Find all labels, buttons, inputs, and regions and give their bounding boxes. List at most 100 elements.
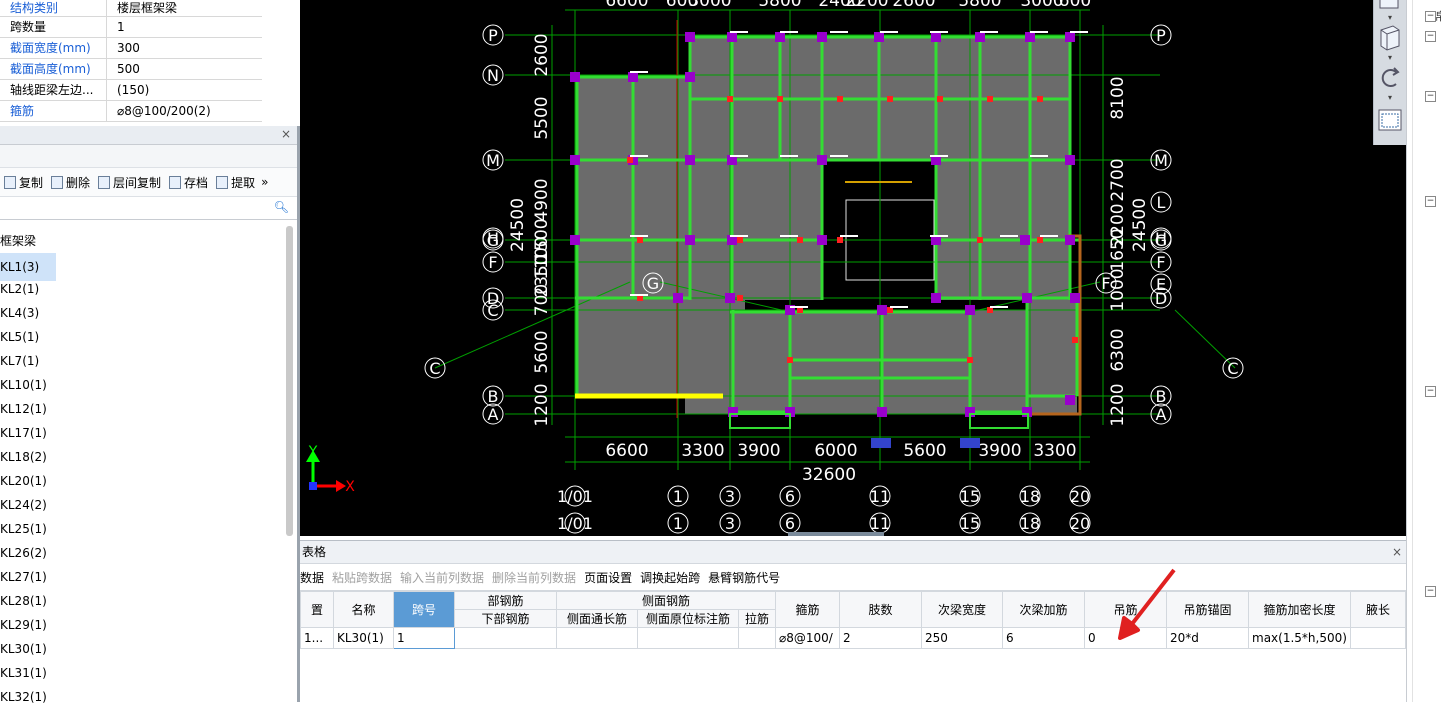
cube-icon[interactable]	[1380, 25, 1400, 51]
property-row[interactable]: 截面高度(mm) 500	[0, 58, 262, 80]
list-item[interactable]: KL5(1)	[0, 325, 297, 349]
table-cell[interactable]	[738, 627, 776, 649]
grid-action-button[interactable]: 数据	[300, 569, 324, 586]
property-row[interactable]: 跨数量 1	[0, 16, 262, 38]
list-item[interactable]: KL12(1)	[0, 397, 297, 421]
table-cell[interactable]: max(1.5*h,500)	[1248, 627, 1351, 649]
column-header[interactable]: 腋长	[1350, 591, 1406, 628]
list-item[interactable]: KL17(1)	[0, 421, 297, 445]
dimension-label: 600	[1059, 0, 1091, 11]
table-cell[interactable]: ⌀8@100/	[775, 627, 840, 649]
list-item[interactable]: KL10(1)	[0, 373, 297, 397]
rotate-icon[interactable]	[1381, 67, 1400, 87]
list-item[interactable]: KL1(3)	[0, 253, 297, 281]
floor-plan-drawing[interactable]: 6600 6003000 5800 24002200 2600 5800 300060066…	[300, 0, 1406, 536]
column-header[interactable]: 跨号	[393, 591, 455, 628]
property-value[interactable]: 500	[106, 58, 262, 80]
cad-drawing-canvas[interactable]: 6600 600 3000 5800 2400 2200 2600 5800 3000 600 66…	[300, 0, 1406, 536]
property-value[interactable]: ⌀8@100/200(2)	[106, 100, 262, 122]
component-tree: 框架梁 KL1(3) KL2(1) KL4(3) KL5(1) KL7(1) KL10(1…	[0, 229, 297, 709]
column-marker-blue	[960, 438, 980, 448]
grid-action-button[interactable]: 悬臂钢筋代号	[708, 569, 780, 586]
core-opening	[860, 212, 896, 282]
property-row[interactable]: 截面宽度(mm) 300	[0, 37, 262, 59]
table-cell[interactable]: 1...	[300, 627, 334, 649]
expand-icon[interactable]: −	[1425, 386, 1436, 397]
column-header[interactable]: 侧面通长筋	[556, 609, 638, 628]
dimension-label: 5500	[532, 96, 552, 139]
column-header[interactable]: 名称	[333, 591, 394, 628]
column-header[interactable]: 拉筋	[738, 609, 776, 628]
table-cell[interactable]: 1	[393, 627, 455, 649]
expand-icon[interactable]: −	[1425, 586, 1436, 597]
column-header[interactable]: 下部钢筋	[454, 609, 557, 628]
column-header[interactable]: 侧面原位标注筋	[637, 609, 739, 628]
column-group-header[interactable]: 部钢筋	[454, 591, 557, 610]
table-cell[interactable]	[1350, 627, 1406, 649]
table-cell[interactable]	[454, 627, 557, 649]
copy-button[interactable]: 复制	[4, 174, 43, 191]
table-cell[interactable]: 6	[1002, 627, 1085, 649]
table-cell[interactable]	[556, 627, 638, 649]
table-row[interactable]: 1... KL30(1) 1 ⌀8@100/2 250 6 0 20*d max(1.5*h,5…	[300, 627, 1406, 649]
list-item[interactable]: KL30(1)	[0, 637, 297, 661]
floor-copy-button[interactable]: 层间复制	[98, 174, 161, 191]
list-item[interactable]: KL7(1)	[0, 349, 297, 373]
list-item[interactable]: KL26(2)	[0, 541, 297, 565]
expand-icon[interactable]: −	[1425, 91, 1436, 102]
property-row[interactable]: 箍筋 ⌀8@100/200(2)	[0, 100, 262, 122]
delete-button[interactable]: 删除	[51, 174, 90, 191]
column-header[interactable]: 箍筋加密长度	[1248, 591, 1351, 628]
list-item[interactable]: KL4(3)	[0, 301, 297, 325]
grid-view-icon[interactable]	[1378, 109, 1402, 131]
list-item[interactable]: KL31(1)	[0, 661, 297, 685]
column-header[interactable]: 次梁加筋	[1002, 591, 1085, 628]
table-cell[interactable]: 250	[921, 627, 1003, 649]
close-icon[interactable]: ×	[1392, 541, 1402, 563]
column-header[interactable]: 次梁宽度	[921, 591, 1003, 628]
list-item[interactable]: KL32(1)	[0, 685, 297, 709]
more-icon[interactable]: »	[261, 175, 268, 189]
property-value[interactable]: (150)	[106, 79, 262, 101]
column-header[interactable]: 肢数	[839, 591, 922, 628]
grid-action-button[interactable]: 输入当前列数据	[400, 569, 484, 586]
list-item[interactable]: KL29(1)	[0, 613, 297, 637]
archive-button[interactable]: 存档	[169, 174, 208, 191]
list-item[interactable]: KL20(1)	[0, 469, 297, 493]
expand-icon[interactable]: −	[1425, 196, 1436, 207]
grid-action-button[interactable]: 删除当前列数据	[492, 569, 576, 586]
extract-button[interactable]: 提取	[216, 174, 255, 191]
component-search-bar[interactable]: 🔍︎	[0, 197, 297, 220]
expand-icon[interactable]: −	[1425, 11, 1436, 22]
tree-category[interactable]: 框架梁	[0, 229, 297, 253]
list-item[interactable]: KL28(1)	[0, 589, 297, 613]
list-item[interactable]: KL18(2)	[0, 445, 297, 469]
property-row[interactable]: 结构类别 楼层框架梁	[0, 0, 262, 17]
grid-action-button[interactable]: 调换起始跨	[640, 569, 700, 586]
property-value[interactable]: 楼层框架梁	[106, 0, 262, 17]
property-value[interactable]: 300	[106, 37, 262, 59]
list-item-label: KL26(2)	[0, 546, 47, 560]
column-header[interactable]: 置	[300, 591, 334, 628]
column-header[interactable]: 箍筋	[775, 591, 840, 628]
list-item[interactable]: KL27(1)	[0, 565, 297, 589]
column	[725, 293, 735, 303]
grid-action-button[interactable]: 页面设置	[584, 569, 632, 586]
grid-action-bar: 数据 粘贴跨数据 输入当前列数据 删除当前列数据 页面设置 调换起始跨 悬臂钢筋代号	[300, 564, 1408, 591]
property-row[interactable]: 轴线距梁左边... (150)	[0, 79, 262, 101]
expand-icon[interactable]: −	[1425, 31, 1436, 42]
column-group-header[interactable]: 侧面钢筋	[556, 591, 776, 610]
list-item-label: KL24(2)	[0, 498, 47, 512]
table-cell[interactable]: KL30(1)	[333, 627, 394, 649]
slab	[690, 160, 822, 300]
table-cell[interactable]	[637, 627, 739, 649]
list-item[interactable]: KL25(1)	[0, 517, 297, 541]
property-value[interactable]: 1	[106, 16, 262, 38]
grid-action-button[interactable]: 粘贴跨数据	[332, 569, 392, 586]
close-icon[interactable]: ×	[281, 127, 291, 141]
list-item[interactable]: KL24(2)	[0, 493, 297, 517]
box-icon[interactable]	[1379, 0, 1399, 9]
component-list-scrollbar[interactable]	[286, 226, 293, 536]
search-icon[interactable]: 🔍︎	[274, 200, 289, 214]
table-cell[interactable]: 2	[839, 627, 922, 649]
